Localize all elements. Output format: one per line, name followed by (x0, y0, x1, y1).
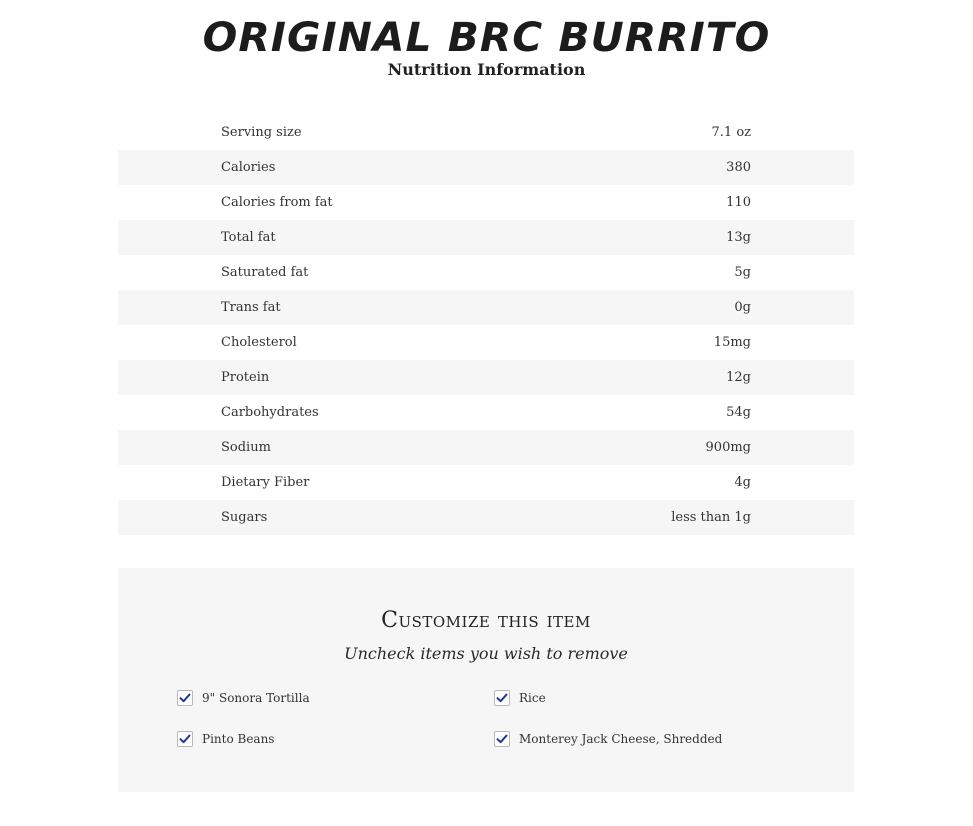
nutrition-row: Total fat 13g (118, 220, 854, 255)
nutrition-label: Cholesterol (221, 335, 297, 350)
nutrition-label: Total fat (221, 230, 276, 245)
nutrition-label: Serving size (221, 125, 302, 140)
checkbox[interactable] (177, 731, 193, 747)
page-title: ORIGINAL BRC BURRITO (202, 15, 771, 61)
nutrition-row: Calories from fat 110 (118, 185, 854, 220)
checkbox[interactable] (177, 690, 193, 706)
nutrition-value: 54g (726, 405, 751, 420)
option-monterey-jack-cheese[interactable]: Monterey Jack Cheese, Shredded (494, 731, 722, 747)
nutrition-value: 4g (734, 475, 751, 490)
nutrition-label: Saturated fat (221, 265, 309, 280)
nutrition-row: Carbohydrates 54g (118, 395, 854, 430)
option-rice[interactable]: Rice (494, 690, 546, 706)
nutrition-label: Carbohydrates (221, 405, 319, 420)
checkmark-icon (179, 693, 191, 703)
nutrition-row: Saturated fat 5g (118, 255, 854, 290)
nutrition-value: 13g (726, 230, 751, 245)
nutrition-value: 110 (726, 195, 751, 210)
option-label: Rice (519, 691, 546, 705)
checkbox[interactable] (494, 731, 510, 747)
checkmark-icon (179, 734, 191, 744)
nutrition-row: Sodium 900mg (118, 430, 854, 465)
nutrition-value: 5g (734, 265, 751, 280)
nutrition-label: Calories (221, 160, 276, 175)
nutrition-row: Cholesterol 15mg (118, 325, 854, 360)
page-subtitle: Nutrition Information (387, 60, 586, 79)
nutrition-label: Sodium (221, 440, 271, 455)
nutrition-value: less than 1g (671, 510, 751, 525)
nutrition-row: Serving size 7.1 oz (118, 115, 854, 150)
option-pinto-beans[interactable]: Pinto Beans (177, 731, 274, 747)
nutrition-value: 380 (726, 160, 751, 175)
nutrition-value: 0g (734, 300, 751, 315)
option-sonora-tortilla[interactable]: 9" Sonora Tortilla (177, 690, 310, 706)
customize-panel: Customize this item Uncheck items you wi… (118, 568, 854, 792)
nutrition-row: Calories 380 (118, 150, 854, 185)
option-label: 9" Sonora Tortilla (202, 691, 310, 705)
checkmark-icon (496, 734, 508, 744)
customize-subtitle: Uncheck items you wish to remove (344, 644, 628, 663)
nutrition-label: Sugars (221, 510, 268, 525)
customize-title: Customize this item (381, 608, 591, 633)
nutrition-value: 900mg (705, 440, 751, 455)
nutrition-label: Protein (221, 370, 270, 385)
nutrition-value: 12g (726, 370, 751, 385)
option-label: Pinto Beans (202, 732, 275, 746)
nutrition-label: Calories from fat (221, 195, 333, 210)
nutrition-row: Sugars less than 1g (118, 500, 854, 535)
nutrition-label: Trans fat (221, 300, 281, 315)
nutrition-label: Dietary Fiber (221, 475, 310, 490)
checkmark-icon (496, 693, 508, 703)
nutrition-value: 15mg (713, 335, 751, 350)
option-label: Monterey Jack Cheese, Shredded (519, 732, 723, 746)
checkbox[interactable] (494, 690, 510, 706)
nutrition-row: Dietary Fiber 4g (118, 465, 854, 500)
nutrition-row: Trans fat 0g (118, 290, 854, 325)
nutrition-value: 7.1 oz (711, 125, 751, 140)
nutrition-row: Protein 12g (118, 360, 854, 395)
nutrition-table: Serving size 7.1 oz Calories 380 Calorie… (118, 115, 854, 535)
